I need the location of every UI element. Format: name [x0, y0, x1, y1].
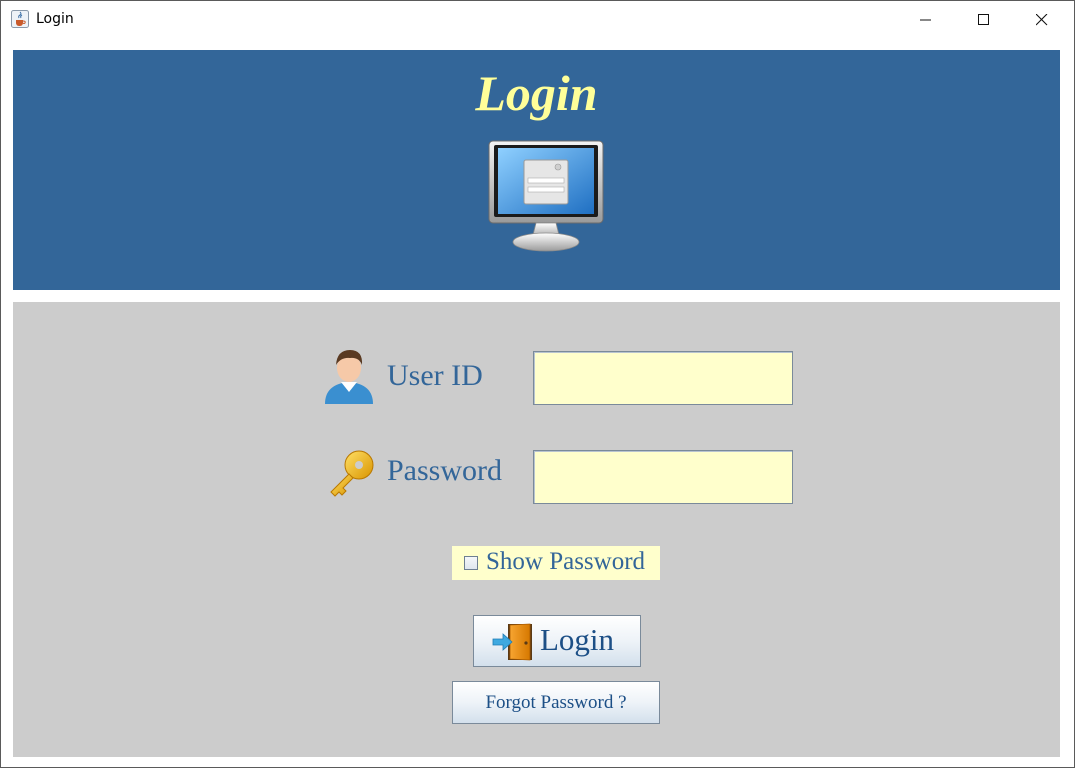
user-id-field[interactable] — [533, 351, 793, 405]
monitor-login-icon — [486, 138, 606, 254]
door-enter-icon — [492, 622, 536, 662]
show-password-label: Show Password — [486, 548, 646, 575]
checkbox-box[interactable] — [464, 556, 478, 570]
title-bar[interactable]: Login — [1, 1, 1074, 39]
password-field[interactable] — [533, 450, 793, 504]
login-button[interactable]: Login — [473, 615, 641, 667]
close-icon — [1036, 14, 1048, 26]
login-window: Login Login User ID Password Show Passwo… — [0, 0, 1075, 768]
login-button-label: Login — [540, 622, 615, 657]
header-title: Login — [475, 65, 598, 121]
maximize-icon — [978, 14, 989, 25]
close-button[interactable] — [1013, 1, 1071, 39]
password-label: Password — [387, 454, 503, 487]
user-avatar-icon — [321, 346, 377, 406]
forgot-password-button[interactable]: Forgot Password ? — [452, 681, 660, 724]
java-cup-icon — [11, 10, 29, 28]
user-id-label: User ID — [387, 359, 483, 392]
form-panel: User ID Password Show Password Login For… — [13, 302, 1060, 757]
key-icon — [323, 447, 379, 499]
forgot-password-label: Forgot Password ? — [485, 692, 627, 713]
maximize-button[interactable] — [955, 1, 1013, 39]
show-password-checkbox[interactable]: Show Password — [452, 546, 660, 580]
minimize-button[interactable] — [897, 1, 955, 39]
header-panel: Login — [13, 50, 1060, 290]
minimize-icon — [920, 19, 931, 21]
window-title: Login — [36, 11, 74, 27]
